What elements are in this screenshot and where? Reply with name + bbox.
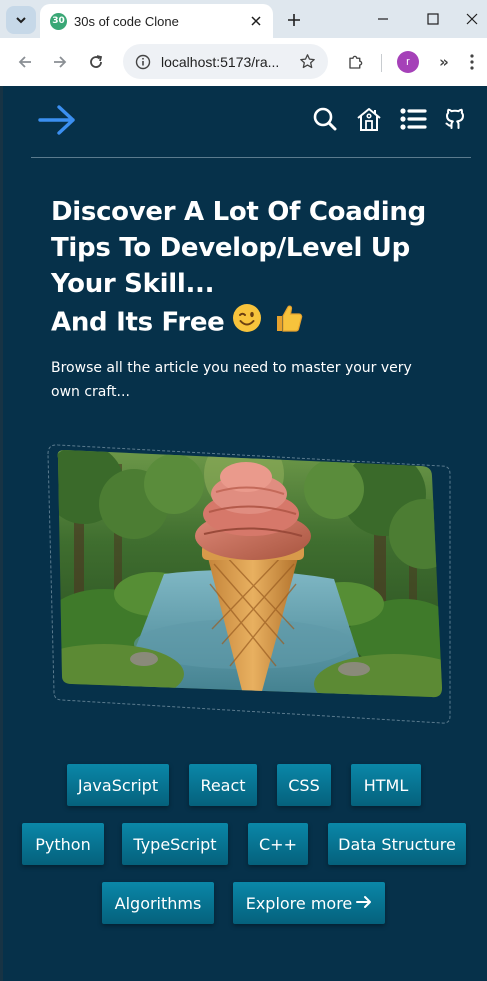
puzzle-icon bbox=[349, 55, 363, 69]
kebab-menu-icon bbox=[470, 54, 474, 70]
close-icon bbox=[466, 13, 478, 25]
new-tab-button[interactable] bbox=[281, 7, 307, 33]
browser-menu-button[interactable] bbox=[462, 50, 482, 74]
home-icon[interactable] bbox=[355, 105, 383, 133]
toolbar-divider bbox=[381, 54, 382, 72]
close-window-button[interactable] bbox=[458, 6, 486, 32]
forward-button[interactable] bbox=[46, 48, 74, 76]
maximize-icon bbox=[427, 13, 439, 25]
search-icon[interactable] bbox=[311, 105, 339, 133]
site-info-icon[interactable] bbox=[131, 50, 155, 74]
profile-avatar[interactable]: r bbox=[397, 51, 419, 73]
hero-title: Discover A Lot Of Coading Tips To Develo… bbox=[51, 194, 471, 344]
maximize-button[interactable] bbox=[416, 6, 450, 32]
tag-cpp[interactable]: C++ bbox=[248, 823, 308, 865]
browser-tab[interactable]: 30 30s of code Clone bbox=[40, 4, 273, 38]
arrow-right-icon bbox=[356, 894, 372, 913]
reload-icon bbox=[90, 55, 103, 68]
overflow-chevron-icon[interactable]: » bbox=[432, 50, 456, 74]
favicon-icon: 30 bbox=[50, 12, 67, 30]
github-icon[interactable] bbox=[441, 105, 469, 133]
hero-title-line-1: Discover A Lot Of Coading bbox=[51, 197, 426, 227]
arrow-right-icon bbox=[54, 56, 67, 68]
minimize-icon bbox=[378, 18, 388, 20]
url-text: localhost:5173/ra... bbox=[161, 53, 280, 70]
hero-title-line-2: Tips To Develop/Level Up bbox=[51, 233, 410, 263]
hero-image bbox=[44, 444, 454, 724]
close-icon bbox=[251, 16, 261, 26]
explore-more-label: Explore more bbox=[245, 893, 353, 913]
hero-subtitle: Browse all the article you need to maste… bbox=[51, 360, 412, 400]
header-divider bbox=[31, 157, 471, 158]
tag-python[interactable]: Python bbox=[22, 823, 104, 865]
tag-react[interactable]: React bbox=[189, 764, 257, 806]
thumbs-up-icon bbox=[273, 302, 305, 344]
reload-button[interactable] bbox=[82, 48, 110, 76]
minimize-button[interactable] bbox=[366, 6, 400, 32]
arrow-right-icon[interactable] bbox=[37, 103, 77, 137]
back-button[interactable] bbox=[11, 48, 39, 76]
hero-title-free: And Its Free bbox=[51, 307, 225, 338]
tag-css[interactable]: CSS bbox=[277, 764, 331, 806]
arrow-left-icon bbox=[18, 56, 31, 68]
tab-close-button[interactable] bbox=[245, 10, 267, 32]
tag-data-structure[interactable]: Data Structure bbox=[328, 823, 466, 865]
tag-typescript[interactable]: TypeScript bbox=[122, 823, 228, 865]
chevron-down-icon bbox=[16, 17, 26, 24]
page-content: Discover A Lot Of Coading Tips To Develo… bbox=[0, 86, 487, 981]
tag-html[interactable]: HTML bbox=[351, 764, 421, 806]
app-header bbox=[3, 86, 487, 159]
plus-icon bbox=[288, 14, 300, 26]
list-icon[interactable] bbox=[399, 105, 427, 133]
explore-more-button[interactable]: Explore more bbox=[233, 882, 385, 924]
tab-title: 30s of code Clone bbox=[74, 13, 179, 29]
address-bar[interactable]: localhost:5173/ra... bbox=[123, 44, 328, 79]
bookmark-star-icon[interactable] bbox=[294, 49, 320, 75]
tag-algorithms[interactable]: Algorithms bbox=[102, 882, 214, 924]
tag-javascript[interactable]: JavaScript bbox=[67, 764, 169, 806]
browser-tab-strip: 30 30s of code Clone bbox=[0, 0, 487, 38]
extensions-button[interactable] bbox=[342, 48, 370, 76]
hero-title-line-4: And Its Free bbox=[51, 302, 471, 344]
winking-face-icon bbox=[231, 302, 263, 344]
hero-title-line-3: Your Skill... bbox=[51, 269, 215, 299]
browser-toolbar: localhost:5173/ra... r » bbox=[0, 38, 487, 86]
tab-search-button[interactable] bbox=[6, 6, 36, 34]
